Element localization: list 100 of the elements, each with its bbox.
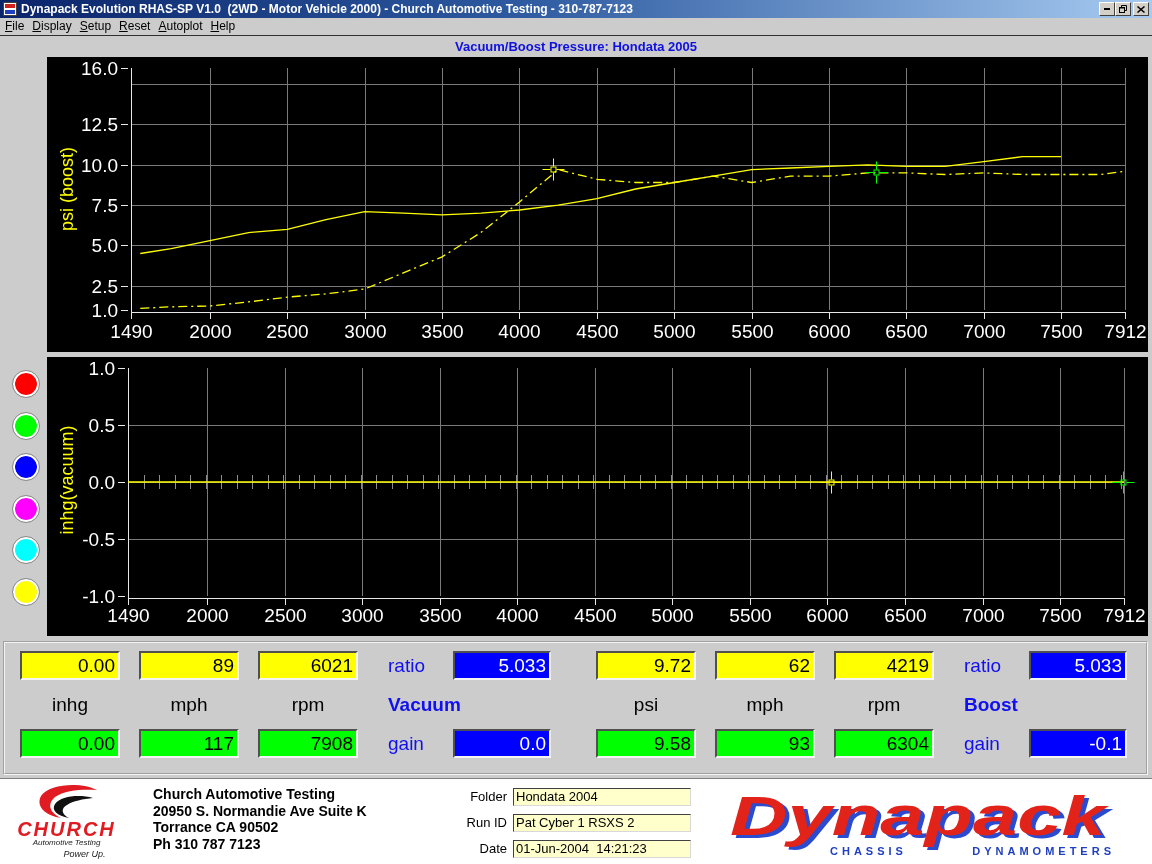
axis-title: inhg(vacuum) xyxy=(57,425,77,535)
value-readout: 4219 xyxy=(834,651,934,680)
axis-tick-label: 0.5 xyxy=(88,415,115,436)
trace-color-button[interactable] xyxy=(12,411,40,440)
axis-tick-label: 7000 xyxy=(962,605,1005,626)
text-field[interactable]: 01-Jun-2004 14:21:23 xyxy=(513,840,691,858)
axis-tick-label: 7000 xyxy=(963,321,1006,342)
unit-label: rpm xyxy=(866,692,902,717)
axis-tick-label: -0.5 xyxy=(82,529,115,550)
logo-slogan: Power Up. xyxy=(63,849,106,860)
menu-item[interactable]: Autoplot xyxy=(154,19,207,34)
setting-field[interactable]: -0.1 xyxy=(1029,729,1127,758)
value-readout: 9.58 xyxy=(596,729,696,758)
axis-tick-label: 7500 xyxy=(1039,605,1082,626)
menu-item[interactable]: File xyxy=(1,19,29,34)
logo-subtitle: CHASSIS xyxy=(830,845,907,858)
trace-color-button[interactable] xyxy=(12,494,40,523)
logo-subtitle: DYNAMOMETERS xyxy=(972,845,1115,858)
trace-color-button[interactable] xyxy=(12,536,40,564)
setting-label: gain xyxy=(963,731,1001,756)
axis-tick-label: 3000 xyxy=(344,321,387,342)
value-readout: 93 xyxy=(715,729,815,758)
text-field[interactable]: Pat Cyber 1 RSXS 2 xyxy=(513,814,691,832)
axis-title: psi (boost) xyxy=(57,147,77,231)
setting-label: ratio xyxy=(963,653,1002,678)
readout-title: Vacuum xyxy=(387,692,461,717)
menu-item[interactable]: Setup xyxy=(75,19,116,34)
axis-tick-label: 5.0 xyxy=(91,235,118,256)
field-label: Run ID xyxy=(465,814,507,832)
axis-tick-label: 1490 xyxy=(110,321,153,342)
cursor-marker[interactable] xyxy=(865,161,888,184)
setting-field[interactable]: 5.033 xyxy=(1029,651,1127,680)
app-icon xyxy=(3,2,17,16)
axis-tick-label: 5500 xyxy=(729,605,772,626)
axis-tick-label: 2000 xyxy=(186,605,229,626)
axis-tick-label: 2000 xyxy=(189,321,232,342)
setting-label: gain xyxy=(387,731,425,756)
trace-color-button[interactable] xyxy=(12,453,40,481)
axis-tick-label: 1490 xyxy=(107,605,150,626)
chart-title: Vacuum/Boost Pressure: Hondata 2005 xyxy=(455,38,697,55)
close-icon xyxy=(1137,5,1145,13)
axis-tick-label: 2500 xyxy=(264,605,307,626)
axis-tick-label: 10.0 xyxy=(81,155,118,176)
setting-field[interactable]: 5.033 xyxy=(453,651,551,680)
address-line: 20950 S. Normandie Ave Suite K xyxy=(153,802,368,820)
axis-tick-label: 16.0 xyxy=(81,58,118,79)
value-readout: 6304 xyxy=(834,729,934,758)
axis-tick-label: 4500 xyxy=(576,321,619,342)
trace-color-button[interactable] xyxy=(12,370,40,398)
axis-tick-label: 1.0 xyxy=(91,300,118,321)
close-button[interactable] xyxy=(1133,2,1149,16)
value-readout: 0.00 xyxy=(20,651,120,680)
unit-label: mph xyxy=(169,692,209,717)
value-readout: 7908 xyxy=(258,729,358,758)
text-field[interactable]: Hondata 2004 xyxy=(513,788,691,806)
menu-item[interactable]: Help xyxy=(206,19,240,34)
menu-item[interactable]: Display xyxy=(28,19,76,34)
readout-title: Boost xyxy=(963,692,1018,717)
axis-tick-label: 3500 xyxy=(421,321,464,342)
axis-tick-label: 7912 xyxy=(1103,605,1146,626)
cursor-marker[interactable] xyxy=(542,158,565,181)
axis-tick-label: 0.0 xyxy=(88,472,115,493)
axis-tick-label: 12.5 xyxy=(81,114,118,135)
axis-tick-label: 7912 xyxy=(1104,321,1147,342)
menu-item[interactable]: Reset xyxy=(115,19,155,34)
axis-tick-label: 6500 xyxy=(885,321,928,342)
axis-tick-label: 5500 xyxy=(731,321,774,342)
field-label: Folder xyxy=(469,788,507,806)
axis-tick-label: 2500 xyxy=(266,321,309,342)
axis-tick-label: 4000 xyxy=(496,605,539,626)
restore-button[interactable] xyxy=(1115,2,1131,16)
setting-field[interactable]: 0.0 xyxy=(453,729,551,758)
axis-tick-label: 3500 xyxy=(419,605,462,626)
value-readout: 117 xyxy=(139,729,239,758)
axis-tick-label: 4000 xyxy=(498,321,541,342)
address-line: Ph 310 787 7123 xyxy=(153,835,262,853)
value-readout: 89 xyxy=(139,651,239,680)
value-readout: 62 xyxy=(715,651,815,680)
trace-color-button[interactable] xyxy=(12,577,40,606)
axis-tick-label: 4500 xyxy=(574,605,617,626)
axis-tick-label: 5000 xyxy=(653,321,696,342)
minimize-button[interactable] xyxy=(1099,2,1115,16)
axis-tick-label: 2.5 xyxy=(91,276,118,297)
unit-label: inhg xyxy=(51,692,89,717)
value-readout: 6021 xyxy=(258,651,358,680)
cursor-marker[interactable] xyxy=(1112,471,1135,494)
axis-tick-label: 7.5 xyxy=(91,195,118,216)
axis-tick-label: 6000 xyxy=(806,605,849,626)
logo-wordmark: CHURCH xyxy=(17,820,116,838)
axis-tick-label: 1.0 xyxy=(88,358,115,379)
unit-label: psi xyxy=(632,692,660,717)
cursor-marker[interactable] xyxy=(820,471,843,494)
window-title: Dynapack Evolution RHAS-SP V1.0 (2WD - Motor Vehicle 2000) - Church Automotive Testing - 310-787-7123 xyxy=(21,1,633,17)
axis-tick-label: 6500 xyxy=(884,605,927,626)
axis-tick-label: 7500 xyxy=(1040,321,1083,342)
value-readout: 0.00 xyxy=(20,729,120,758)
axis-tick-label: 3000 xyxy=(341,605,384,626)
restore-icon xyxy=(1119,5,1127,13)
address-line: Torrance CA 90502 xyxy=(153,819,280,836)
address-line: Church Automotive Testing xyxy=(153,786,336,803)
